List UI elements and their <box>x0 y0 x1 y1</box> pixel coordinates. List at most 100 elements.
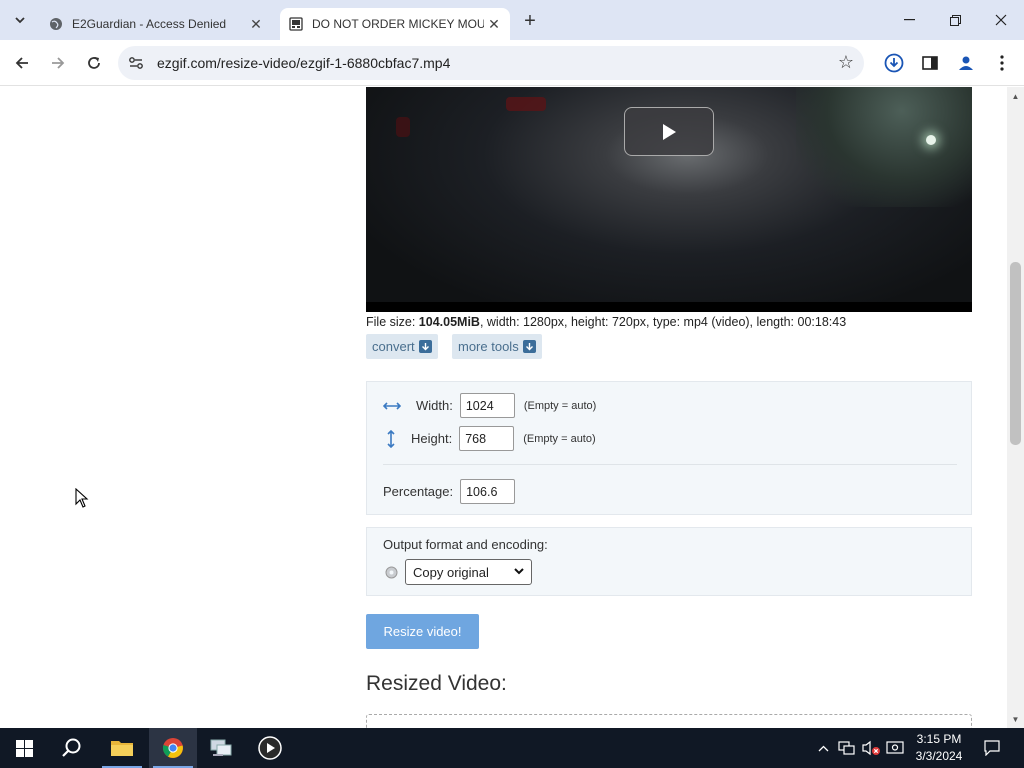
notifications-icon[interactable] <box>980 728 1004 768</box>
folder-icon <box>111 741 133 756</box>
network-computer-icon <box>210 739 232 756</box>
video-frame-detail <box>926 135 936 145</box>
media-player-button[interactable] <box>246 728 294 768</box>
width-row: Width: 1024 (Empty = auto) <box>383 393 596 418</box>
chevron-down-icon <box>514 567 524 578</box>
url-text: ezgif.com/resize-video/ezgif-1-6880cbfac… <box>157 55 451 71</box>
scrollbar-thumb[interactable] <box>1010 262 1021 445</box>
convert-label: convert <box>372 339 415 354</box>
side-panel-icon[interactable] <box>919 52 941 74</box>
percentage-input[interactable]: 106.6 <box>460 479 516 504</box>
tab-active-video[interactable]: DO NOT ORDER MICKEY MOUS ✕ <box>280 8 510 40</box>
volume-muted-icon[interactable] <box>860 728 882 768</box>
resize-video-button[interactable]: Resize video! <box>366 614 479 649</box>
minimize-icon <box>903 19 915 21</box>
width-input[interactable]: 1024 <box>459 393 515 418</box>
reload-icon <box>88 57 100 69</box>
address-bar[interactable]: ezgif.com/resize-video/ezgif-1-6880cbfac… <box>118 46 864 80</box>
arrow-down-icon <box>418 340 432 353</box>
tab-title: DO NOT ORDER MICKEY MOUS <box>312 17 484 31</box>
video-frame-detail <box>506 97 546 111</box>
file-explorer-button[interactable] <box>98 728 146 768</box>
search-button[interactable] <box>48 728 96 768</box>
site-settings-icon[interactable] <box>128 55 144 71</box>
back-button[interactable] <box>9 50 35 76</box>
vertical-arrows-icon <box>387 429 395 448</box>
media-play-icon <box>258 736 282 760</box>
profile-avatar-icon[interactable] <box>955 52 977 74</box>
clock-time: 3:15 PM <box>916 732 962 746</box>
height-label: Height: <box>411 431 453 446</box>
play-icon <box>663 123 676 140</box>
browser-toolbar: ezgif.com/resize-video/ezgif-1-6880cbfac… <box>0 40 1024 86</box>
more-tools-label: more tools <box>458 339 519 354</box>
file-size-label: File size: <box>366 315 419 329</box>
tray-overflow-icon[interactable] <box>814 728 832 768</box>
more-tools-button[interactable]: more tools <box>452 334 542 359</box>
search-icon <box>62 738 81 757</box>
file-details: , width: 1280px, height: 720px, type: mp… <box>479 315 847 329</box>
kebab-menu-icon[interactable] <box>991 52 1013 74</box>
convert-button[interactable]: convert <box>366 334 438 359</box>
network-app-button[interactable] <box>197 728 245 768</box>
output-format-panel: Output format and encoding: Copy origina… <box>366 527 972 596</box>
arrow-left-icon <box>15 57 28 69</box>
minimize-button[interactable] <box>886 8 932 32</box>
new-tab-button[interactable]: + <box>518 10 542 34</box>
width-label: Width: <box>416 398 453 413</box>
output-label: Output format and encoding: <box>383 537 548 552</box>
chrome-icon <box>162 738 183 758</box>
tab-e2guardian[interactable]: E2Guardian - Access Denied ✕ <box>40 8 272 40</box>
forward-button[interactable] <box>45 50 71 76</box>
video-frame-border <box>366 302 972 312</box>
clock[interactable]: 3:15 PM 3/3/2024 <box>906 731 972 765</box>
reload-button[interactable] <box>81 50 107 76</box>
height-hint: (Empty = auto) <box>523 432 596 445</box>
output-format-selected: Copy original <box>413 564 489 580</box>
scroll-down-icon[interactable]: ▼ <box>1007 712 1024 726</box>
ezgif-favicon-icon <box>288 16 304 32</box>
network-tray-icon[interactable] <box>836 728 858 768</box>
tab-title: E2Guardian - Access Denied <box>72 17 227 31</box>
vertical-scrollbar[interactable]: ▲ ▼ <box>1007 87 1024 728</box>
taskbar: 3:15 PM 3/3/2024 <box>0 728 1024 768</box>
arrow-right-icon <box>52 57 65 69</box>
tab-search-button[interactable] <box>8 8 32 32</box>
height-row: Height: 768 (Empty = auto) <box>383 426 596 451</box>
display-tray-icon[interactable] <box>884 728 906 768</box>
file-info: File size: 104.05MiB, width: 1280px, hei… <box>366 315 846 329</box>
bookmark-star-icon[interactable]: ☆ <box>838 52 854 73</box>
close-icon[interactable]: ✕ <box>484 14 504 34</box>
scroll-up-icon[interactable]: ▲ <box>1007 89 1024 103</box>
tab-strip: E2Guardian - Access Denied ✕ DO NOT ORDE… <box>0 0 1024 40</box>
output-format-select[interactable]: Copy original <box>405 559 532 585</box>
video-frame-detail <box>396 117 410 137</box>
resize-options-panel: Width: 1024 (Empty = auto) Height: 768 (… <box>366 381 972 515</box>
video-frame-light <box>796 87 972 207</box>
percentage-label: Percentage: <box>383 484 454 499</box>
arrow-down-icon <box>522 340 536 353</box>
start-button[interactable] <box>0 728 48 768</box>
restore-icon <box>949 14 961 26</box>
percentage-row: Percentage: 106.6 <box>383 479 516 504</box>
resized-video-output-box <box>366 714 972 728</box>
file-size-value: 104.05MiB <box>418 315 480 329</box>
page-viewport: File size: 104.05MiB, width: 1280px, hei… <box>0 87 1024 728</box>
divider <box>383 464 957 465</box>
close-icon <box>995 14 1007 26</box>
restore-button[interactable] <box>932 8 978 32</box>
chrome-taskbar-button[interactable] <box>149 728 197 768</box>
close-window-button[interactable] <box>978 8 1024 32</box>
play-button[interactable] <box>624 107 714 156</box>
gear-icon <box>385 566 398 579</box>
chevron-down-icon <box>15 16 25 23</box>
video-player[interactable] <box>366 87 972 312</box>
height-input[interactable]: 768 <box>459 426 515 451</box>
globe-icon <box>48 16 64 32</box>
windows-logo-icon <box>15 739 33 757</box>
mouse-cursor-icon <box>75 488 89 508</box>
download-icon[interactable] <box>883 52 905 74</box>
close-icon[interactable]: ✕ <box>246 14 266 34</box>
resized-video-heading: Resized Video: <box>366 672 507 695</box>
horizontal-arrows-icon <box>383 401 401 410</box>
